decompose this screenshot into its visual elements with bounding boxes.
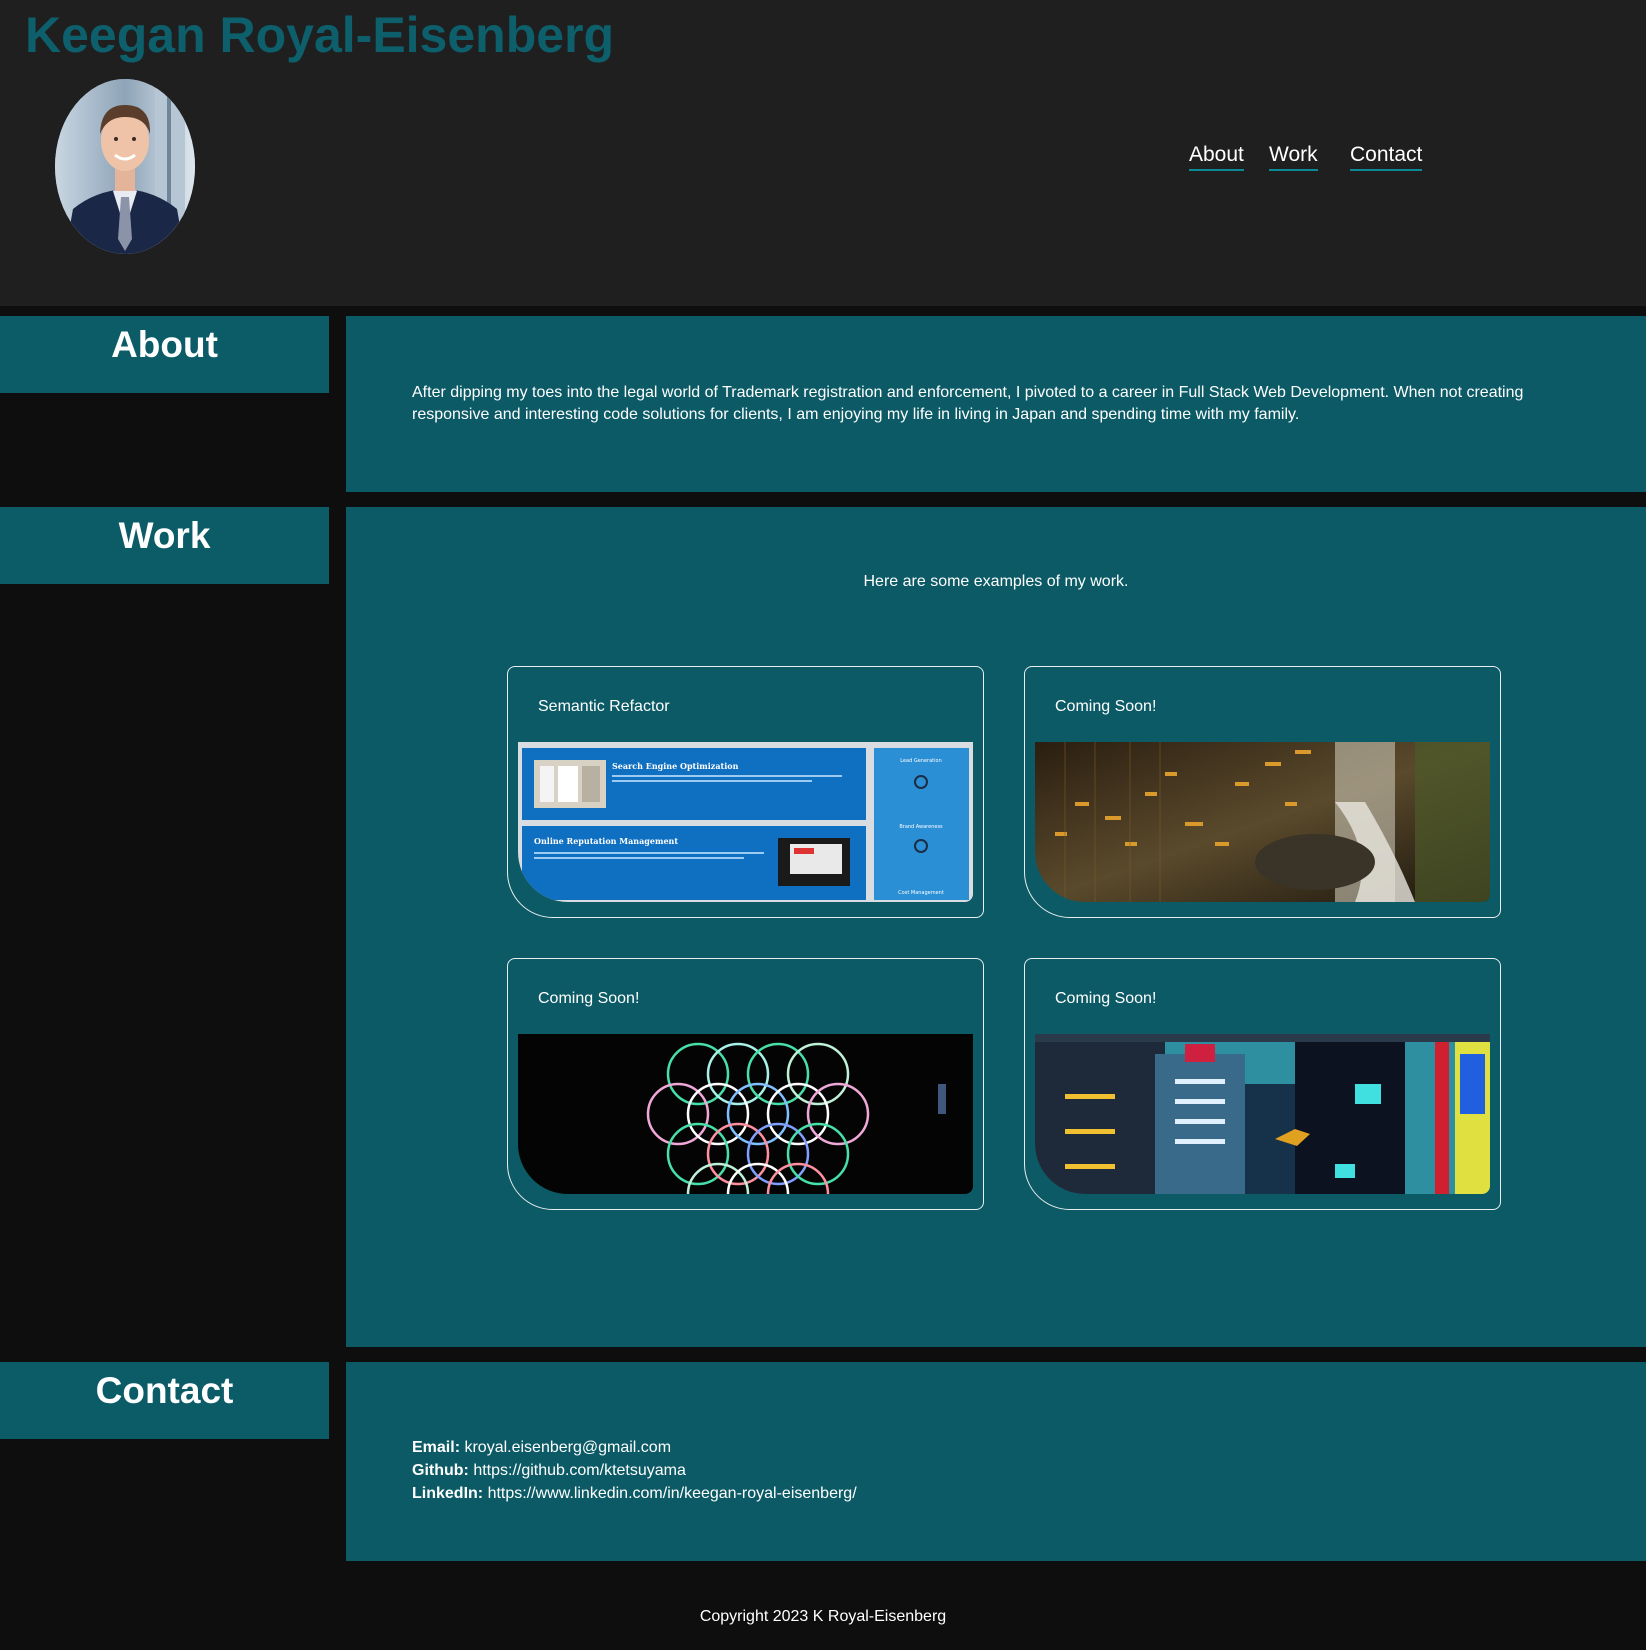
card-preview-image [1035,742,1490,902]
side-heading-3: Cost Management [898,890,944,896]
work-card-coming-soon-3[interactable]: Coming Soon! [1024,958,1501,1210]
about-heading-block: About [0,316,329,393]
email-value[interactable]: kroyal.eisenberg@gmail.com [464,1439,671,1456]
linkedin-label: LinkedIn: [412,1485,484,1502]
work-card-coming-soon-2[interactable]: Coming Soon! [507,958,984,1210]
card-preview-image [518,1034,973,1194]
card-title: Semantic Refactor [538,698,670,715]
card-preview-image: Search Engine Optimization Online Reputa… [518,742,973,902]
site-title: Keegan Royal-Eisenberg [25,7,615,63]
card-preview-image [1035,1034,1490,1194]
contact-heading: Contact [95,1370,234,1411]
orm-title: Online Reputation Management [534,836,678,846]
contact-panel: Email: kroyal.eisenberg@gmail.com Github… [346,1362,1646,1561]
card-title: Coming Soon! [1055,698,1157,715]
side-heading-1: Lead Generation [900,758,942,764]
contact-github-row: Github: https://github.com/ktetsuyama [412,1459,857,1482]
site-header: Keegan Royal-Eisenberg About Work Contac… [0,0,1646,306]
about-text: After dipping my toes into the legal wor… [412,384,1524,423]
card-title: Coming Soon! [1055,990,1157,1007]
contact-linkedin-row: LinkedIn: https://www.linkedin.com/in/ke… [412,1482,857,1505]
side-heading-2: Brand Awareness [899,824,943,830]
nav-link-contact[interactable]: Contact [1350,143,1423,171]
work-card-coming-soon-1[interactable]: Coming Soon! [1024,666,1501,918]
profile-photo [55,79,195,254]
contact-heading-block: Contact [0,1362,329,1439]
copyright-text: Copyright 2023 K Royal-Eisenberg [699,1608,947,1625]
flower-of-life-image [518,1034,973,1194]
work-heading: Work [118,515,211,556]
about-panel: After dipping my toes into the legal wor… [346,316,1646,492]
email-label: Email: [412,1439,461,1456]
contact-email-row: Email: kroyal.eisenberg@gmail.com [412,1436,857,1459]
profile-photo-image [55,79,195,254]
cyberpunk-city-image [1035,1034,1490,1194]
linkedin-link[interactable]: https://www.linkedin.com/in/keegan-royal… [488,1485,857,1502]
forest-waterfall-image [1035,742,1490,902]
work-card-semantic-refactor[interactable]: Semantic Refactor Search Engine Optimiza… [507,666,984,918]
seo-site-preview: Search Engine Optimization Online Reputa… [518,742,973,902]
contact-details: Email: kroyal.eisenberg@gmail.com Github… [412,1436,857,1505]
work-intro: Here are some examples of my work. [863,573,1129,590]
nav-link-work[interactable]: Work [1269,143,1318,171]
seo-title: Search Engine Optimization [612,761,739,771]
github-link[interactable]: https://github.com/ktetsuyama [473,1462,686,1479]
card-title: Coming Soon! [538,990,640,1007]
work-panel: Here are some examples of my work. Seman… [346,507,1646,1347]
about-heading: About [111,324,218,365]
work-heading-block: Work [0,507,329,584]
nav-link-about[interactable]: About [1189,143,1244,171]
github-label: Github: [412,1462,469,1479]
